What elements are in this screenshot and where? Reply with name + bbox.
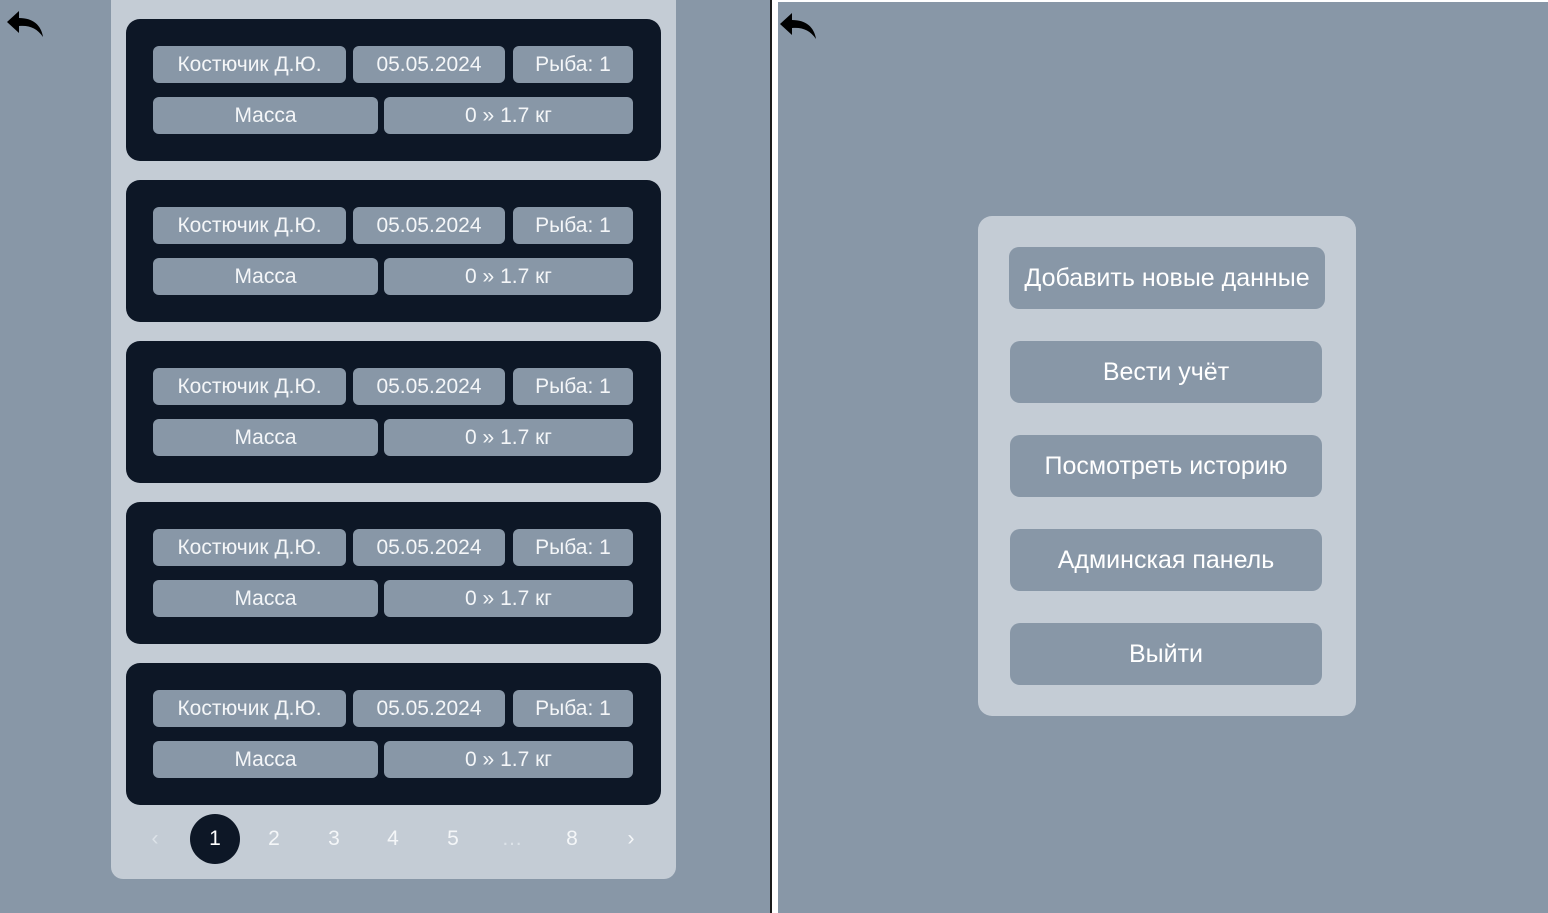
page-next-chevron-icon[interactable]: › xyxy=(606,814,656,864)
record-fish-count: Рыба: 1 xyxy=(513,529,633,566)
record-author: Костючик Д.Ю. xyxy=(153,529,346,566)
page-2[interactable]: 2 xyxy=(249,814,299,864)
record-fish-count: Рыба: 1 xyxy=(513,46,633,83)
record-value: 0 » 1.7 кг xyxy=(384,741,633,778)
record-date: 05.05.2024 xyxy=(353,529,505,566)
record-card[interactable]: Костючик Д.Ю. 05.05.2024 Рыба: 1 Масса 0… xyxy=(126,19,661,161)
main-menu-screen: Добавить новые данные Вести учёт Посмотр… xyxy=(778,2,1548,913)
page-1[interactable]: 1 xyxy=(190,814,240,864)
record-metric: Масса xyxy=(153,741,378,778)
add-new-data-button[interactable]: Добавить новые данные xyxy=(1009,247,1325,309)
record-metric: Масса xyxy=(153,419,378,456)
record-metric: Масса xyxy=(153,97,378,134)
record-card[interactable]: Костючик Д.Ю. 05.05.2024 Рыба: 1 Масса 0… xyxy=(126,180,661,322)
pagination: ‹ 1 2 3 4 5 … 8 › xyxy=(111,812,676,866)
record-value: 0 » 1.7 кг xyxy=(384,97,633,134)
page-ellipsis: … xyxy=(501,827,523,850)
record-metric: Масса xyxy=(153,580,378,617)
record-card[interactable]: Костючик Д.Ю. 05.05.2024 Рыба: 1 Масса 0… xyxy=(126,341,661,483)
record-author: Костючик Д.Ю. xyxy=(153,368,346,405)
record-card[interactable]: Костючик Д.Ю. 05.05.2024 Рыба: 1 Масса 0… xyxy=(126,502,661,644)
page-8[interactable]: 8 xyxy=(547,814,597,864)
record-author: Костючик Д.Ю. xyxy=(153,690,346,727)
record-date: 05.05.2024 xyxy=(353,207,505,244)
main-menu: Добавить новые данные Вести учёт Посмотр… xyxy=(978,216,1356,716)
back-arrow-icon[interactable] xyxy=(5,9,45,39)
record-date: 05.05.2024 xyxy=(353,368,505,405)
history-screen: Костючик Д.Ю. 05.05.2024 Рыба: 1 Масса 0… xyxy=(0,0,770,913)
record-fish-count: Рыба: 1 xyxy=(513,690,633,727)
admin-panel-button[interactable]: Админская панель xyxy=(1010,529,1322,591)
view-history-button[interactable]: Посмотреть историю xyxy=(1010,435,1322,497)
page-5[interactable]: 5 xyxy=(428,814,478,864)
record-fish-count: Рыба: 1 xyxy=(513,207,633,244)
logout-button[interactable]: Выйти xyxy=(1010,623,1322,685)
record-author: Костючик Д.Ю. xyxy=(153,207,346,244)
record-value: 0 » 1.7 кг xyxy=(384,258,633,295)
record-date: 05.05.2024 xyxy=(353,690,505,727)
back-arrow-icon[interactable] xyxy=(778,11,818,41)
records-list: Костючик Д.Ю. 05.05.2024 Рыба: 1 Масса 0… xyxy=(111,0,676,879)
page-prev-chevron-icon[interactable]: ‹ xyxy=(130,814,180,864)
screen-divider xyxy=(770,0,772,913)
record-author: Костючик Д.Ю. xyxy=(153,46,346,83)
record-value: 0 » 1.7 кг xyxy=(384,580,633,617)
record-date: 05.05.2024 xyxy=(353,46,505,83)
record-value: 0 » 1.7 кг xyxy=(384,419,633,456)
keep-record-button[interactable]: Вести учёт xyxy=(1010,341,1322,403)
page-4[interactable]: 4 xyxy=(368,814,418,864)
page-3[interactable]: 3 xyxy=(309,814,359,864)
record-fish-count: Рыба: 1 xyxy=(513,368,633,405)
record-metric: Масса xyxy=(153,258,378,295)
record-card[interactable]: Костючик Д.Ю. 05.05.2024 Рыба: 1 Масса 0… xyxy=(126,663,661,805)
